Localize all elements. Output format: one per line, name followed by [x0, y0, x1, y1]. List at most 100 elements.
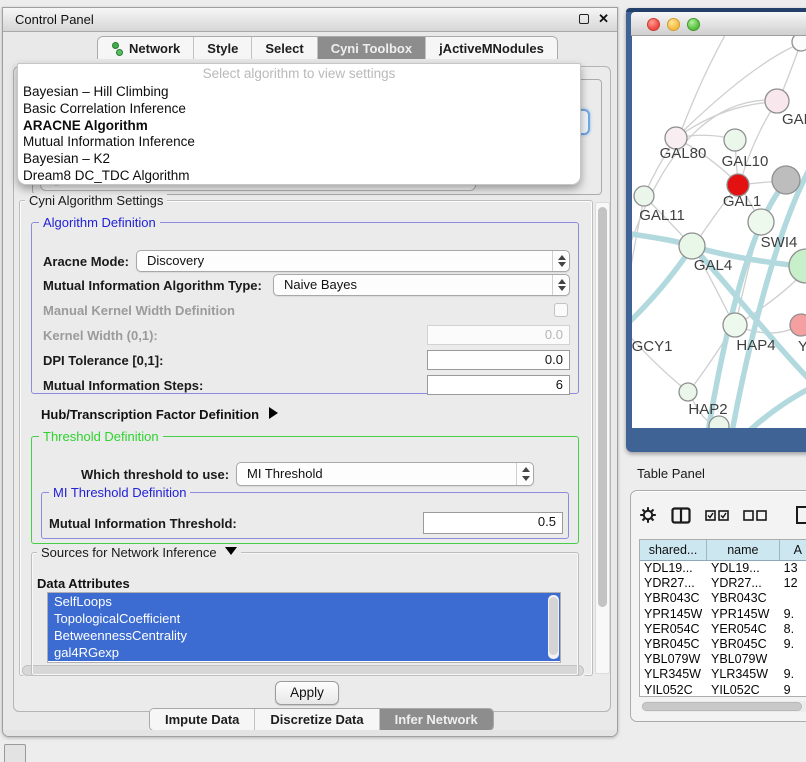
which-threshold-combobox[interactable]: MI Threshold: [236, 462, 534, 486]
tab-network[interactable]: Network: [98, 37, 194, 59]
dropdown-item-mutual-information-inference[interactable]: Mutual Information Inference: [18, 134, 580, 151]
table-row[interactable]: YDR27...YDR27...12: [640, 576, 806, 591]
bottom-tab-infer-network[interactable]: Infer Network: [380, 709, 493, 730]
aracne-mode-combobox[interactable]: Discovery: [136, 250, 570, 272]
node-label-gal11: GAL11: [639, 207, 685, 224]
float-window-icon[interactable]: [579, 14, 589, 24]
control-panel-window: Control Panel ✕ Network Style SelectCyni T…: [2, 7, 618, 737]
tab-style[interactable]: Style: [194, 37, 252, 59]
table-row[interactable]: YBR043CYBR043C: [640, 591, 806, 606]
table-cell: YLR345W: [707, 667, 780, 682]
network-edge[interactable]: [680, 36, 728, 134]
dpi-tolerance-field[interactable]: 0.0: [427, 350, 570, 370]
node-hap4[interactable]: [723, 313, 747, 337]
deselect-all-icon[interactable]: [743, 510, 767, 521]
new-table-icon[interactable]: [795, 505, 806, 525]
table-cell: YBL079W: [640, 652, 707, 667]
window-bottom-edge: [3, 730, 617, 736]
hub-definition-expander[interactable]: Hub/Transcription Factor Definition: [41, 407, 278, 422]
table-row[interactable]: YER054CYER054C8.: [640, 622, 806, 637]
tab-jactivemnodules[interactable]: jActiveMNodules: [426, 37, 557, 59]
node-salmon[interactable]: [790, 314, 806, 336]
attribute-item-betweennesscentrality[interactable]: BetweennessCentrality: [48, 627, 560, 644]
dropdown-item-bayesian-k2[interactable]: Bayesian – K2: [18, 151, 580, 168]
node-label-gal: GAL: [782, 111, 806, 128]
node-big-green[interactable]: [789, 249, 806, 283]
attribute-item-topologicalcoefficient[interactable]: TopologicalCoefficient: [48, 610, 560, 627]
dropdown-item-basic-correlation-inference[interactable]: Basic Correlation Inference: [18, 101, 580, 118]
hub-definition-label: Hub/Transcription Factor Definition: [41, 407, 259, 422]
table-cell: YPR145W: [707, 607, 780, 622]
table-row[interactable]: YBR045CYBR045C9.: [640, 637, 806, 652]
mi-threshold-field[interactable]: 0.5: [423, 512, 563, 534]
node-gal-pink[interactable]: [765, 89, 789, 113]
data-attributes-label: Data Attributes: [37, 576, 130, 591]
combobox-value: Naive Bayes: [284, 277, 357, 292]
network-edge-thick[interactable]: [632, 250, 690, 334]
node-gray[interactable]: [772, 166, 800, 194]
table-row[interactable]: YDL19...YDL19...13: [640, 561, 806, 576]
node-label-y: Y: [798, 338, 806, 355]
table-row[interactable]: YBL079WYBL079W: [640, 652, 806, 667]
dropdown-item-bayesian-hill-climbing[interactable]: Bayesian – Hill Climbing: [18, 84, 580, 101]
manual-kernel-checkbox[interactable]: [554, 303, 568, 317]
window-title: Control Panel: [15, 12, 94, 27]
table-row[interactable]: YIL052CYIL052C9: [640, 683, 806, 698]
attribute-item-selfloops[interactable]: SelfLoops: [48, 593, 560, 610]
list-scrollbar[interactable]: [548, 595, 559, 659]
attribute-item-gal4rgexp[interactable]: gal4RGexp: [48, 644, 560, 661]
node-hap2[interactable]: [679, 383, 697, 401]
settings-vertical-scrollbar[interactable]: [595, 202, 610, 674]
kernel-width-label: Kernel Width (0,1):: [43, 328, 158, 343]
network-edge-thick[interactable]: [748, 382, 806, 428]
network-canvas[interactable]: GALGAL80GAL10GAL1GAL11SWI4GAL4GCY1HAP4YH…: [632, 36, 806, 428]
apply-button[interactable]: Apply: [275, 681, 339, 705]
tab-select[interactable]: Select: [252, 37, 317, 59]
table-header-cell-a[interactable]: A: [780, 540, 806, 560]
node-gal11[interactable]: [634, 186, 654, 206]
scrollbar-thumb[interactable]: [549, 597, 558, 655]
table-cell: 9.: [780, 607, 806, 622]
screenshot-root: Control Panel ✕ Network Style SelectCyni T…: [0, 0, 806, 762]
mi-type-combobox[interactable]: Naive Bayes: [273, 274, 570, 296]
mi-threshold-title: MI Threshold Definition: [49, 485, 190, 500]
node-gal10[interactable]: [724, 129, 746, 151]
table-horizontal-scrollbar[interactable]: [641, 701, 806, 712]
table-row[interactable]: YLR345WYLR345W9.: [640, 667, 806, 682]
mi-steps-field[interactable]: 6: [427, 375, 570, 395]
node-swi4[interactable]: [748, 209, 774, 235]
bottom-tab-impute-data[interactable]: Impute Data: [150, 709, 255, 730]
table-cell: YBR043C: [707, 591, 780, 606]
zoom-traffic-light-icon[interactable]: [687, 18, 700, 31]
bottom-tab-bar: Impute DataDiscretize DataInfer Network: [149, 708, 494, 731]
node-gal4[interactable]: [679, 233, 705, 259]
node[interactable]: [792, 36, 806, 51]
algorithm-dropdown-popup: Select algorithm to view settings Bayesi…: [17, 63, 581, 185]
dropdown-items: Bayesian – Hill ClimbingBasic Correlatio…: [18, 84, 580, 185]
table-panel-title: Table Panel: [637, 466, 705, 481]
settings-gear-icon[interactable]: [639, 506, 657, 524]
minimized-panel-button[interactable]: [4, 744, 26, 762]
tab-bar: Network Style SelectCyni ToolboxjActiveMNo…: [97, 36, 558, 59]
table-header-cell-shared[interactable]: shared...: [640, 540, 707, 560]
bottom-tab-discretize-data[interactable]: Discretize Data: [255, 709, 379, 730]
tab-label: Style: [207, 41, 238, 56]
close-traffic-light-icon[interactable]: [647, 18, 660, 31]
sources-title[interactable]: Sources for Network Inference: [37, 545, 241, 560]
dropdown-item-dream8-dc-tdc-algorithm[interactable]: Dream8 DC_TDC Algorithm: [18, 168, 580, 185]
mi-type-label: Mutual Information Algorithm Type:: [43, 278, 262, 293]
table-cell: YIL052C: [707, 683, 780, 698]
cyni-settings-title: Cyni Algorithm Settings: [25, 193, 167, 208]
close-icon[interactable]: ✕: [598, 11, 609, 27]
network-icon: [111, 42, 124, 55]
kernel-width-field[interactable]: 0.0: [427, 325, 570, 345]
table-header-cell-name[interactable]: name: [707, 540, 780, 560]
columns-icon[interactable]: [671, 507, 691, 524]
select-all-icon[interactable]: [705, 510, 729, 521]
minimize-traffic-light-icon[interactable]: [667, 18, 680, 31]
scrollbar-thumb[interactable]: [642, 702, 802, 711]
dropdown-item-aracne-algorithm[interactable]: ARACNE Algorithm: [18, 118, 580, 135]
tab-cyni-toolbox[interactable]: Cyni Toolbox: [318, 37, 426, 59]
table-row[interactable]: YPR145WYPR145W9.: [640, 607, 806, 622]
scrollbar-thumb[interactable]: [598, 207, 607, 607]
